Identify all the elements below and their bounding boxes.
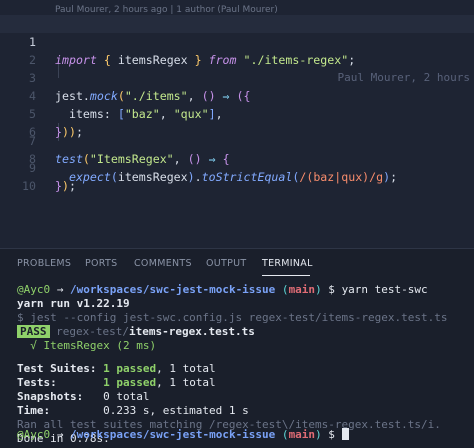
brace: } [55, 179, 62, 193]
panel-tabs: PROBLEMS PORTS COMMENTS OUTPUT TERMINAL [0, 249, 474, 279]
punctuation: ; [68, 179, 76, 193]
summary-total: , 1 total [156, 376, 216, 389]
summary-label: Tests: [17, 376, 104, 389]
terminal-cursor [341, 428, 349, 440]
terminal-output-line: Snapshots: 0 total [17, 390, 149, 404]
terminal-output-line: PASS regex-test/items-regex.test.ts [17, 325, 255, 339]
summary-label: Time: [17, 404, 104, 417]
code-line-5[interactable]: 5 })); [0, 87, 474, 139]
terminal-output-line: yarn run v1.22.19 [17, 297, 130, 310]
code-line-1[interactable]: 1 import { itemsRegex } from "./items-re… [0, 15, 474, 84]
pass-badge: PASS [17, 325, 50, 338]
summary-value: 0.233 s, estimated 1 s [103, 404, 249, 417]
tab-ports[interactable]: PORTS [85, 258, 117, 269]
terminal-output-line: $ jest --config jest-swc.config.js regex… [17, 311, 448, 324]
prompt-dollar: $ [321, 283, 342, 296]
terminal-prompt: @Ayc0 → /workspaces/swc-jest-mock-issue … [17, 283, 428, 297]
tab-output[interactable]: OUTPUT [206, 258, 247, 269]
code-line-2[interactable]: 2 [0, 33, 474, 67]
tab-comments[interactable]: COMMENTS [134, 258, 192, 269]
code-line-10[interactable]: 10 [0, 159, 474, 193]
test-dir: regex-test/ [49, 325, 129, 338]
terminal-output-line: √ ItemsRegex (2 ms) [17, 339, 156, 353]
paren: ) [61, 179, 69, 193]
summary-total: , 1 total [156, 362, 216, 375]
code-editor[interactable]: Paul Mourer, 2 hours ago | 1 author (Pau… [0, 0, 474, 248]
prompt-branch-open: ( [275, 428, 289, 441]
active-tab-indicator [262, 275, 310, 276]
terminal-command: yarn test-swc [341, 283, 428, 296]
bottom-panel: PROBLEMS PORTS COMMENTS OUTPUT TERMINAL … [0, 248, 474, 448]
tab-problems[interactable]: PROBLEMS [17, 258, 71, 269]
prompt-branch: main [288, 428, 316, 441]
terminal-output-line: Tests: 1 passed, 1 total [17, 376, 216, 390]
prompt-branch-open: ( [275, 283, 289, 296]
code-line-7[interactable]: 7 test("ItemsRegex", () ⇒ { [0, 114, 474, 166]
prompt-branch-close: ) [315, 428, 322, 441]
test-file: items-regex.test.ts [128, 325, 255, 338]
prompt-path: /workspaces/swc-jest-mock-issue [70, 428, 276, 441]
summary-value: 0 total [103, 390, 150, 403]
prompt-dollar: $ [321, 428, 342, 441]
tab-terminal[interactable]: TERMINAL [262, 258, 313, 269]
prompt-arrow: → [50, 283, 70, 296]
code-line-4[interactable]: 4 items: ["baz", "qux"], [0, 69, 474, 121]
summary-label: Snapshots: [17, 390, 104, 403]
code-line-3[interactable]: 3 jest.mock("./items", () ⇒ ({ [0, 51, 474, 103]
summary-passed: 1 passed [103, 362, 157, 375]
prompt-branch-close: ) [315, 283, 322, 296]
prompt-arrow: → [50, 428, 70, 441]
prompt-branch: main [288, 283, 316, 296]
line-number: 10 [22, 179, 36, 193]
terminal-output-line: Test Suites: 1 passed, 1 total [17, 362, 216, 376]
prompt-path: /workspaces/swc-jest-mock-issue [70, 283, 276, 296]
summary-label: Test Suites: [17, 362, 104, 375]
terminal-output-line: Time: 0.233 s, estimated 1 s [17, 404, 249, 418]
prompt-user: @Ayc0 [17, 283, 51, 296]
terminal-prompt[interactable]: @Ayc0 → /workspaces/swc-jest-mock-issue … [17, 428, 349, 442]
prompt-user: @Ayc0 [17, 428, 51, 441]
code-line-9[interactable]: 9 }); [0, 141, 474, 193]
git-blame-header[interactable]: Paul Mourer, 2 hours ago | 1 author (Pau… [55, 5, 278, 15]
summary-passed: 1 passed [103, 376, 157, 389]
test-result: √ ItemsRegex (2 ms) [17, 339, 157, 352]
